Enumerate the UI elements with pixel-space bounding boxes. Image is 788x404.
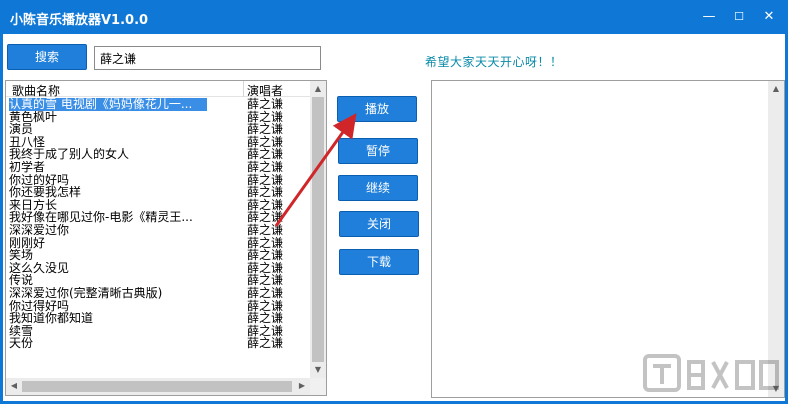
- scroll-right-icon[interactable]: ▶: [294, 378, 310, 394]
- song-row[interactable]: 初学者 薛之谦: [6, 161, 310, 174]
- song-title: 演员: [9, 123, 34, 136]
- header-song-name[interactable]: 歌曲名称: [12, 82, 60, 99]
- song-rows: 认真的雪 电视剧《妈妈像花儿一... 薛之谦 黄色枫叶 薛之谦 演员 薛之谦 丑八怪 薛之谦我…: [6, 98, 310, 350]
- song-title: 你过的好吗: [9, 173, 70, 187]
- song-title: 刚刚好: [9, 236, 46, 250]
- resume-button[interactable]: 继续: [338, 175, 418, 201]
- song-row[interactable]: 深深爱过你 薛之谦: [6, 224, 310, 237]
- song-list[interactable]: 歌曲名称 演唱者 认真的雪 电视剧《妈妈像花儿一... 薛之谦 黄色枫叶 薛之谦 演员薛…: [5, 80, 327, 396]
- song-title: 传说: [9, 274, 34, 287]
- horizontal-scroll-thumb[interactable]: [22, 381, 292, 392]
- main-panel: 搜索 希望大家天天开心呀！！ 歌曲名称 演唱者 认真的雪 电视剧《妈妈像花儿一.…: [3, 34, 785, 401]
- search-input[interactable]: [94, 46, 321, 70]
- song-row[interactable]: 演员 薛之谦: [6, 123, 310, 136]
- song-title: 笑场: [9, 249, 34, 262]
- watermark-logo-icon: [643, 354, 779, 392]
- close-playback-button[interactable]: 关闭: [339, 211, 419, 237]
- list-horizontal-scrollbar[interactable]: ◀ ▶: [6, 378, 310, 395]
- song-row[interactable]: 我知道你都知道 薛之谦: [6, 312, 310, 325]
- song-row[interactable]: 天份 薛之谦: [6, 337, 310, 350]
- song-artist: 薛之谦: [247, 222, 284, 237]
- text-area-scrollbar[interactable]: ▲ ▼: [768, 81, 784, 397]
- song-artist: 薛之谦: [247, 336, 284, 351]
- song-title: 你过得好吗: [9, 299, 70, 313]
- song-title: 深深爱过你: [9, 223, 70, 237]
- song-row[interactable]: 你还要我怎样 薛之谦: [6, 186, 310, 199]
- list-vertical-scrollbar[interactable]: ▲ ▼: [310, 81, 326, 378]
- song-row[interactable]: 深深爱过你(完整清晰古典版) 薛之谦: [6, 287, 310, 300]
- vertical-scroll-thumb[interactable]: [312, 97, 324, 362]
- song-title: 黄色枫叶: [9, 110, 58, 124]
- close-button[interactable]: ✕: [750, 0, 788, 34]
- scroll-down-icon[interactable]: ▼: [310, 362, 326, 378]
- song-artist: 薛之谦: [247, 285, 284, 300]
- song-title: 续雪: [9, 324, 34, 338]
- download-button[interactable]: 下载: [339, 249, 419, 275]
- column-separator[interactable]: [243, 81, 244, 97]
- song-artist: 薛之谦: [247, 311, 284, 326]
- search-button[interactable]: 搜索: [7, 44, 87, 70]
- song-title: 这么久没见: [9, 261, 70, 275]
- song-title: 来日方长: [9, 198, 58, 212]
- song-artist: 薛之谦: [247, 122, 284, 137]
- scroll-up-icon[interactable]: ▲: [768, 81, 784, 97]
- song-row[interactable]: 认真的雪 电视剧《妈妈像花儿一... 薛之谦: [6, 98, 310, 111]
- song-artist: 薛之谦: [247, 185, 284, 200]
- song-title: 深深爱过你(完整清晰古典版): [9, 286, 163, 300]
- song-artist: 薛之谦: [247, 159, 284, 174]
- scrollbar-corner: [310, 378, 326, 395]
- song-artist: 薛之谦: [247, 97, 284, 111]
- lyrics-text-area[interactable]: ▲ ▼: [431, 80, 785, 398]
- list-header: 歌曲名称 演唱者: [6, 81, 310, 99]
- scroll-left-icon[interactable]: ◀: [6, 378, 22, 394]
- song-title: 初学者: [9, 160, 46, 174]
- song-title: 你还要我怎样: [9, 186, 82, 199]
- greeting-text: 希望大家天天开心呀！！: [425, 55, 563, 69]
- song-title: 天份: [9, 337, 34, 350]
- song-title: 我好像在哪见过你-电影《精灵王...: [9, 211, 193, 224]
- scroll-up-icon[interactable]: ▲: [310, 81, 326, 97]
- pause-button[interactable]: 暂停: [338, 138, 418, 164]
- song-title: 我终于成了别人的女人: [9, 148, 130, 161]
- title-bar: 小陈音乐播放器V1.0.0 — ☐ ✕: [0, 0, 788, 34]
- play-button[interactable]: 播放: [337, 96, 417, 122]
- song-artist: 薛之谦: [247, 248, 284, 263]
- window-title: 小陈音乐播放器V1.0.0: [10, 13, 149, 28]
- song-title: 认真的雪 电视剧《妈妈像花儿一...: [9, 98, 207, 111]
- song-row[interactable]: 笑场 薛之谦: [6, 249, 310, 262]
- song-title: 丑八怪: [9, 135, 46, 149]
- song-title: 我知道你都知道: [9, 312, 94, 325]
